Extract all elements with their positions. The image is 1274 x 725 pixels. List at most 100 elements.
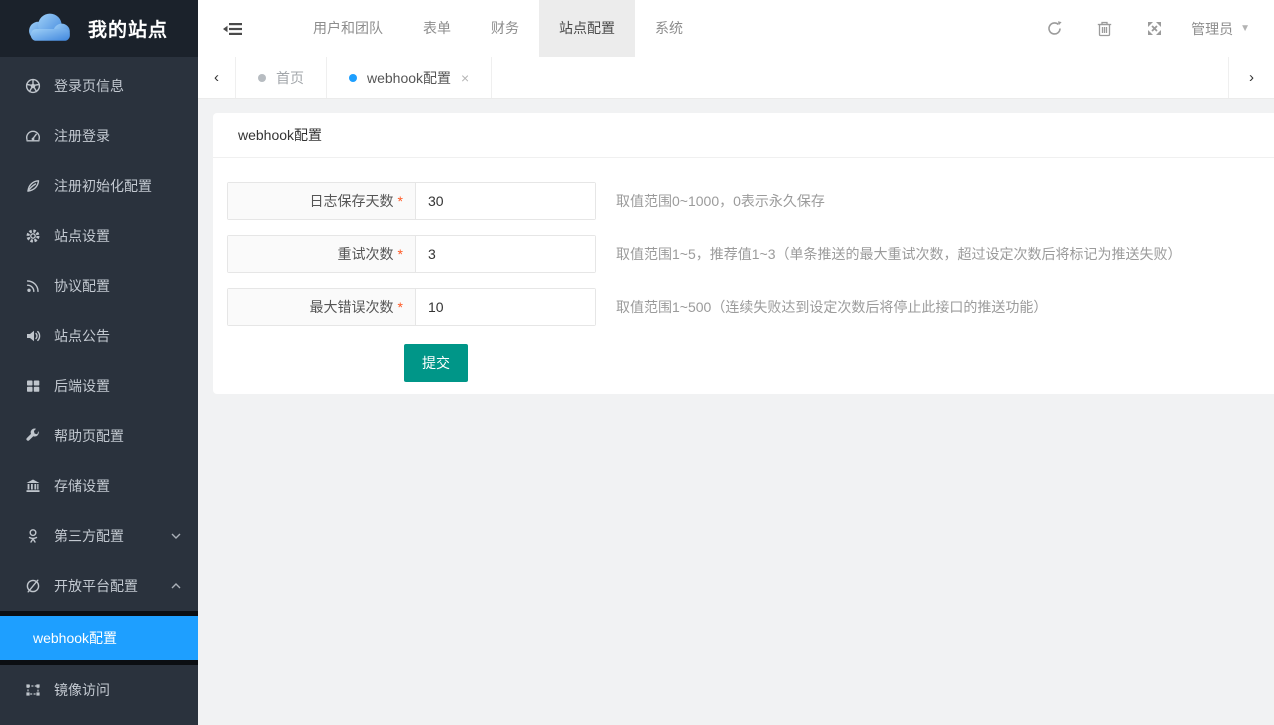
sidebar-item-label: 注册初始化配置	[54, 176, 152, 196]
sidebar-item-protocol-config[interactable]: 协议配置	[0, 261, 198, 311]
brand-title: 我的站点	[88, 15, 168, 42]
top-header: 用户和团队 表单 财务 站点配置 系统	[198, 0, 1274, 57]
pen-icon	[24, 177, 42, 195]
tab-dot	[349, 74, 357, 82]
sidebar: 我的站点 登录页信息 注册登录 注册初始化配置	[0, 0, 198, 725]
form-row-log-days: 日志保存天数* 取值范围0~1000，0表示永久保存	[227, 182, 1259, 220]
field-label-text: 最大错误次数	[310, 299, 394, 315]
fullscreen-icon[interactable]	[1129, 20, 1179, 37]
cloud-icon	[20, 10, 78, 48]
nav-item-forms[interactable]: 表单	[403, 0, 471, 57]
tab-bar: ‹ 首页 webhook配置 × ›	[198, 57, 1274, 99]
log-days-input[interactable]	[416, 183, 595, 219]
sidebar-item-label: 登录页信息	[54, 76, 124, 96]
wrench-icon	[24, 427, 42, 445]
sidebar-item-label: 注册登录	[54, 126, 110, 146]
refresh-icon[interactable]	[1029, 20, 1079, 37]
sidebar-item-open-platform-config[interactable]: 开放平台配置	[0, 561, 198, 611]
sidebar-item-label: 站点设置	[54, 226, 110, 246]
content-area: webhook配置 日志保存天数* 取值范围0~1000，0表示永久保存 重试次…	[198, 99, 1274, 725]
card-title: webhook配置	[213, 113, 1274, 158]
nav-item-system[interactable]: 系统	[635, 0, 703, 57]
tabs-scroll-right-icon[interactable]: ›	[1228, 57, 1274, 98]
user-menu[interactable]: 管理员 ▼	[1191, 19, 1250, 39]
side-menu: 登录页信息 注册登录 注册初始化配置 站点设置	[0, 57, 198, 715]
field-label: 最大错误次数*	[228, 289, 416, 325]
user-name: 管理员	[1191, 19, 1233, 39]
sidebar-item-label: 帮助页配置	[54, 426, 124, 446]
sidebar-item-label: 存储设置	[54, 476, 110, 496]
open-platform-submenu: webhook配置	[0, 611, 198, 665]
tab-webhook-config[interactable]: webhook配置 ×	[327, 57, 492, 98]
field-group: 日志保存天数*	[227, 182, 596, 220]
trash-icon[interactable]	[1079, 20, 1129, 37]
sidebar-item-mirror-access[interactable]: 镜像访问	[0, 665, 198, 715]
sidebar-item-storage-settings[interactable]: 存储设置	[0, 461, 198, 511]
nav-item-users-teams[interactable]: 用户和团队	[293, 0, 403, 57]
field-hint: 取值范围1~5，推荐值1~3（单条推送的最大重试次数，超过设定次数后将标记为推送…	[616, 235, 1182, 273]
required-asterisk: *	[398, 299, 403, 315]
dashboard-icon	[24, 127, 42, 145]
sidebar-item-register-init-config[interactable]: 注册初始化配置	[0, 161, 198, 211]
field-label: 日志保存天数*	[228, 183, 416, 219]
speaker-icon	[24, 327, 42, 345]
circle-slash-icon	[24, 577, 42, 595]
tabs-scroll-left-icon[interactable]: ‹	[198, 57, 236, 98]
retry-count-input[interactable]	[416, 236, 595, 272]
sidebar-item-backend-settings[interactable]: 后端设置	[0, 361, 198, 411]
collapse-menu-icon[interactable]	[198, 0, 268, 57]
max-error-count-input[interactable]	[416, 289, 595, 325]
sidebar-item-site-settings[interactable]: 站点设置	[0, 211, 198, 261]
webhook-config-form: 日志保存天数* 取值范围0~1000，0表示永久保存 重试次数* 取值范围1~5…	[213, 158, 1274, 394]
form-row-retry-count: 重试次数* 取值范围1~5，推荐值1~3（单条推送的最大重试次数，超过设定次数后…	[227, 235, 1259, 273]
rss-icon	[24, 277, 42, 295]
top-nav: 用户和团队 表单 财务 站点配置 系统	[293, 0, 703, 57]
field-hint: 取值范围0~1000，0表示永久保存	[616, 182, 825, 220]
field-hint: 取值范围1~500（连续失败达到设定次数后将停止此接口的推送功能）	[616, 288, 1047, 326]
field-label: 重试次数*	[228, 236, 416, 272]
user-icon	[24, 527, 42, 545]
tabbar-spacer	[492, 57, 1228, 98]
sidebar-item-label: 镜像访问	[54, 680, 110, 700]
field-label-text: 重试次数	[338, 246, 394, 262]
field-label-text: 日志保存天数	[310, 193, 394, 209]
nav-item-finance[interactable]: 财务	[471, 0, 539, 57]
sidebar-subitem-webhook-config[interactable]: webhook配置	[0, 616, 198, 660]
tab-close-icon[interactable]: ×	[461, 70, 469, 86]
required-asterisk: *	[398, 246, 403, 262]
gear-icon	[24, 227, 42, 245]
tab-label: 首页	[276, 68, 304, 88]
sidebar-item-third-party-config[interactable]: 第三方配置	[0, 511, 198, 561]
sidebar-item-site-announcement[interactable]: 站点公告	[0, 311, 198, 361]
main-area: 用户和团队 表单 财务 站点配置 系统	[198, 0, 1274, 725]
field-group: 最大错误次数*	[227, 288, 596, 326]
sidebar-item-help-page-config[interactable]: 帮助页配置	[0, 411, 198, 461]
football-icon	[24, 77, 42, 95]
sidebar-item-label: 后端设置	[54, 376, 110, 396]
object-group-icon	[24, 681, 42, 699]
nav-item-site-config[interactable]: 站点配置	[539, 0, 635, 57]
tab-dot	[258, 74, 266, 82]
required-asterisk: *	[398, 193, 403, 209]
submit-button[interactable]: 提交	[404, 344, 468, 382]
chevron-down-icon	[170, 511, 182, 561]
sidebar-item-register-login[interactable]: 注册登录	[0, 111, 198, 161]
brand-logo: 我的站点	[0, 0, 198, 57]
sidebar-item-label: 协议配置	[54, 276, 110, 296]
grid-icon	[24, 377, 42, 395]
form-row-max-error-count: 最大错误次数* 取值范围1~500（连续失败达到设定次数后将停止此接口的推送功能…	[227, 288, 1259, 326]
bank-icon	[24, 477, 42, 495]
caret-down-icon: ▼	[1240, 23, 1250, 34]
chevron-up-icon	[170, 561, 182, 611]
field-group: 重试次数*	[227, 235, 596, 273]
submit-row: 提交	[404, 341, 1259, 382]
sidebar-item-label: 站点公告	[54, 326, 110, 346]
header-actions: 管理员 ▼	[1029, 0, 1274, 57]
sidebar-item-label: 开放平台配置	[54, 576, 138, 596]
sidebar-item-login-page-info[interactable]: 登录页信息	[0, 61, 198, 111]
sidebar-item-label: 第三方配置	[54, 526, 124, 546]
tab-home[interactable]: 首页	[236, 57, 327, 98]
tab-label: webhook配置	[367, 68, 451, 88]
sidebar-subitem-label: webhook配置	[33, 630, 117, 646]
webhook-config-card: webhook配置 日志保存天数* 取值范围0~1000，0表示永久保存 重试次…	[213, 113, 1274, 394]
